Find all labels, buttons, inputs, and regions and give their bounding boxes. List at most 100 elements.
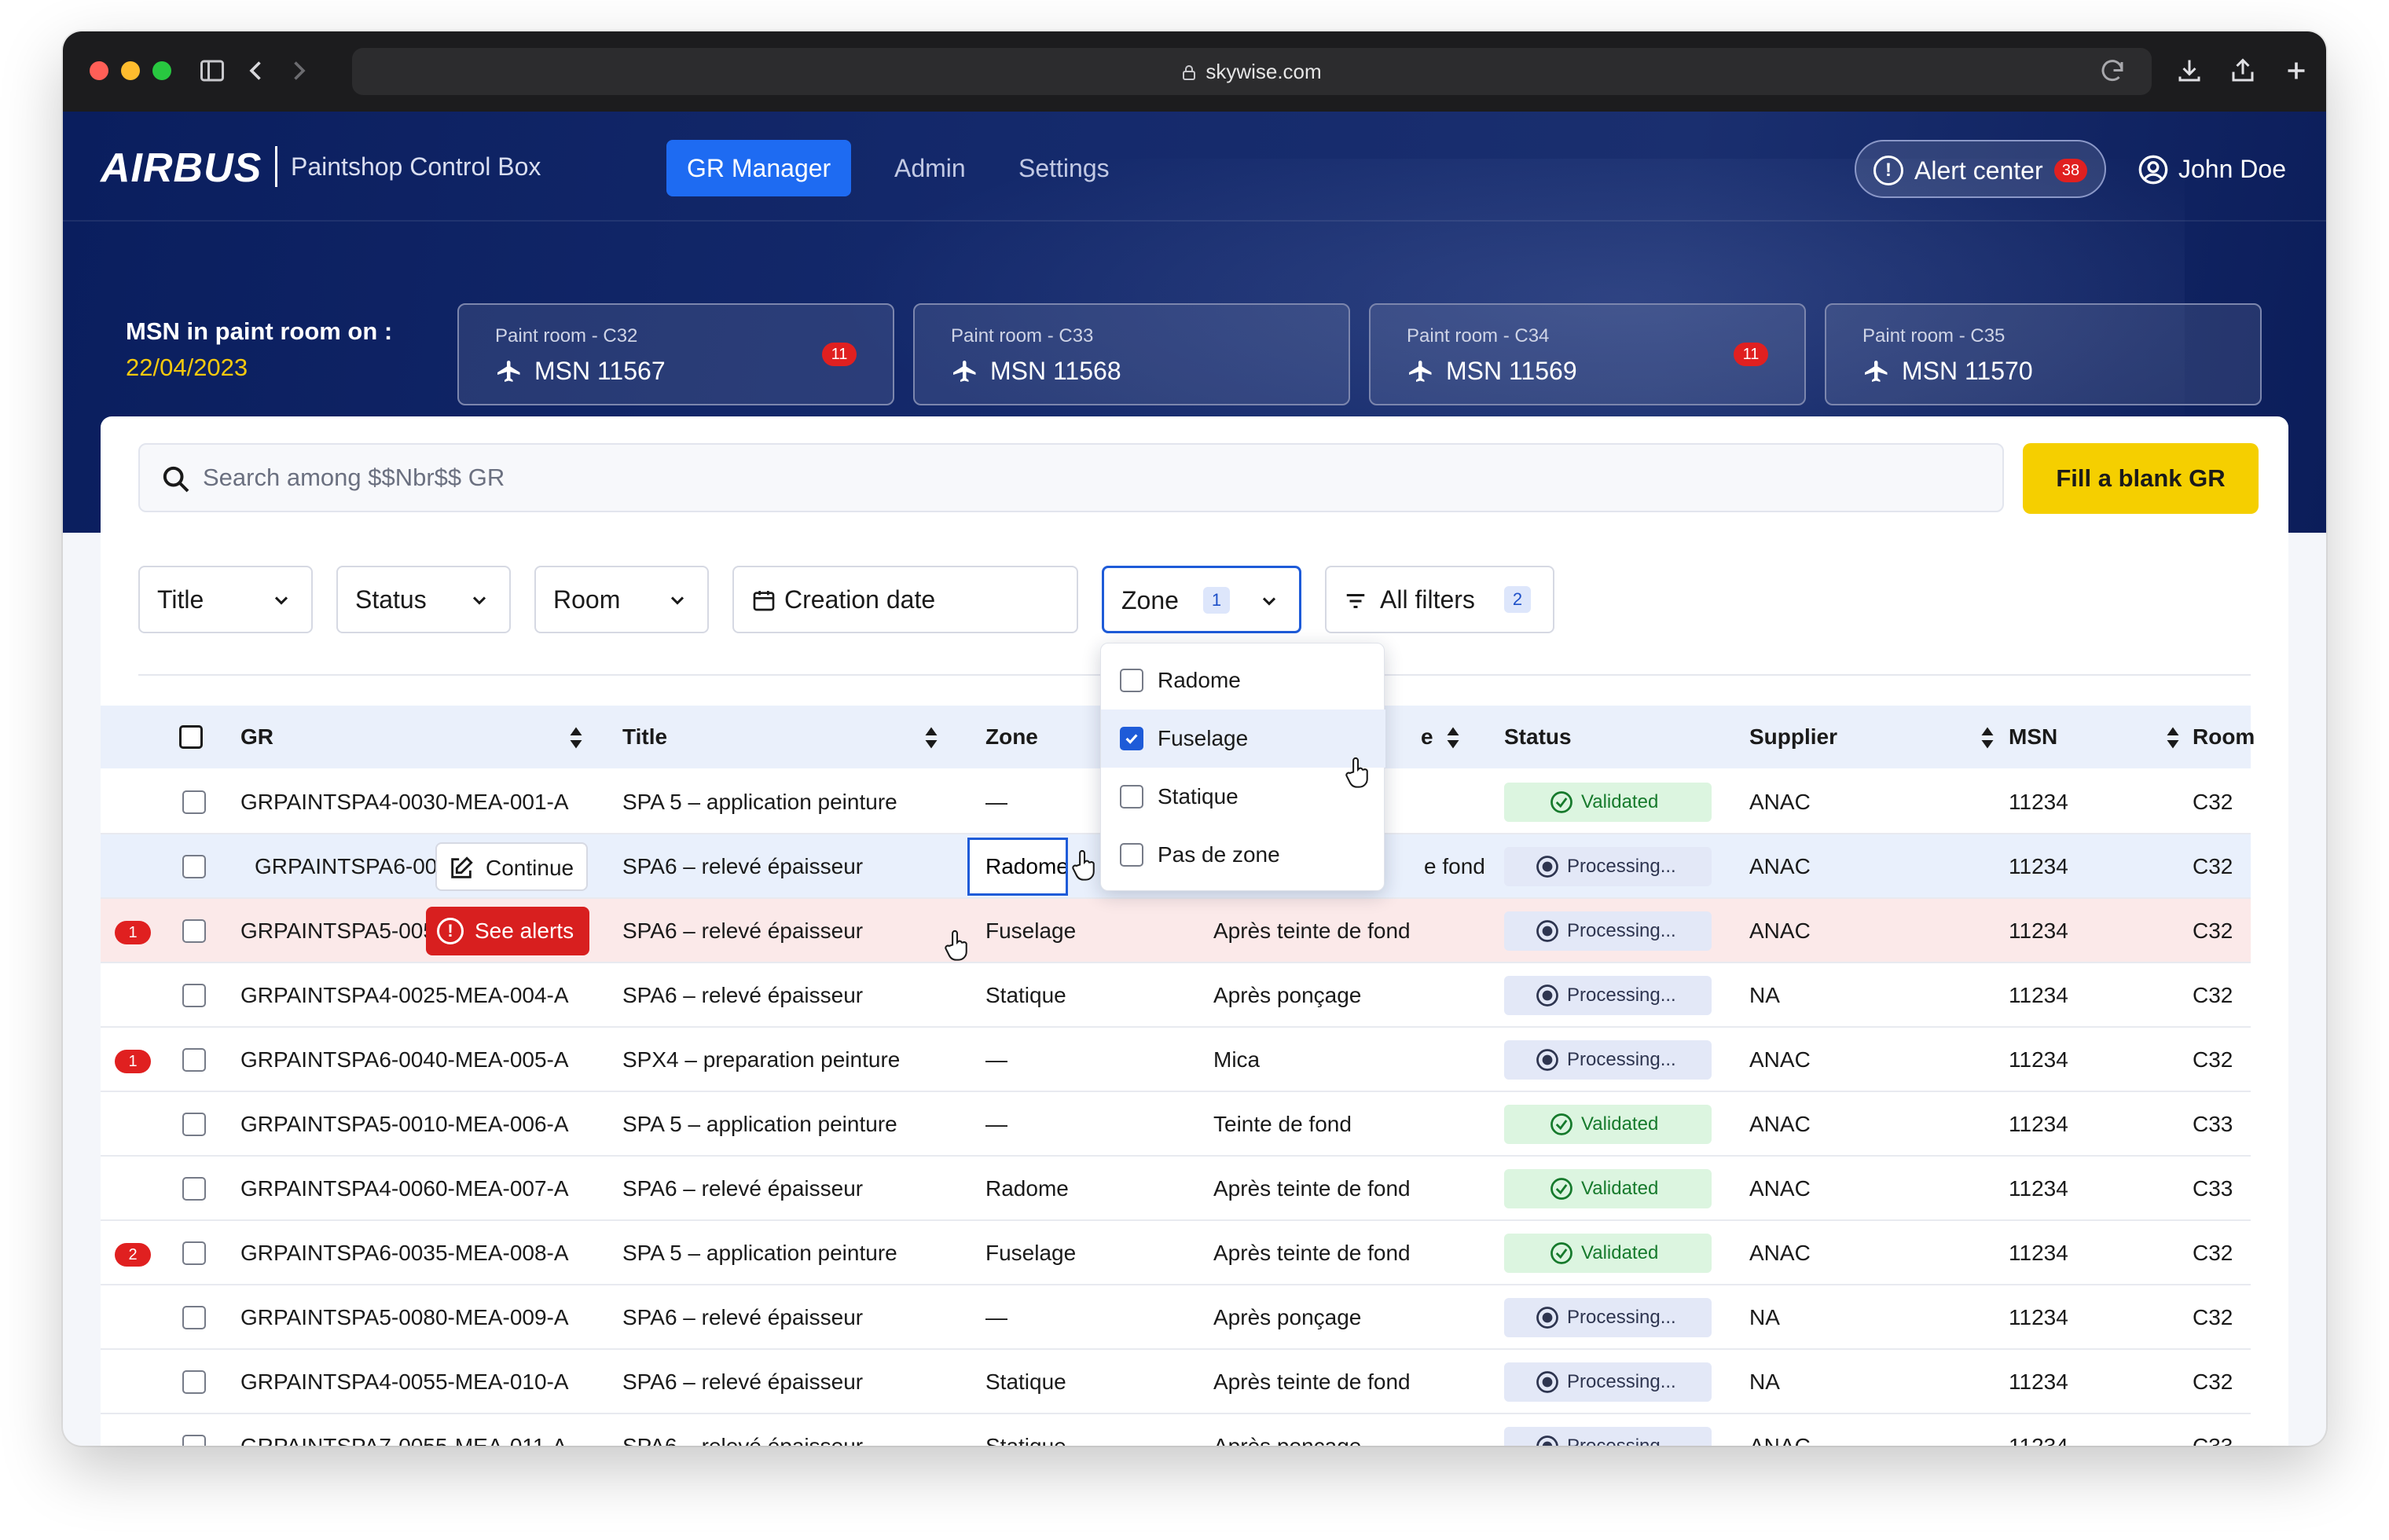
- header-step[interactable]: e: [1421, 706, 1433, 768]
- row-checkbox[interactable]: [182, 790, 206, 814]
- filter-status[interactable]: Status: [336, 566, 511, 633]
- header-status[interactable]: Status: [1504, 706, 1572, 768]
- back-arrow-icon[interactable]: [240, 55, 272, 86]
- user-avatar-icon: [2138, 155, 2168, 185]
- search-input[interactable]: [203, 456, 1932, 500]
- table-row[interactable]: GRPAINTSPA4-0055-MEA-010-A SPA6 – relevé …: [101, 1350, 2251, 1414]
- zoom-window-dot[interactable]: [152, 61, 171, 80]
- zone-option-fuselage[interactable]: Fuselage: [1101, 710, 1385, 768]
- gr-zone: Fuselage: [985, 1241, 1077, 1265]
- sort-icon[interactable]: [1980, 726, 1995, 750]
- row-checkbox[interactable]: [182, 1370, 206, 1394]
- gr-id[interactable]: GRPAINTSPA7-0055-MEA-011-A: [240, 1414, 567, 1446]
- zone-option-pas-de-zone[interactable]: Pas de zone: [1101, 826, 1385, 884]
- address-bar[interactable]: skywise.com: [352, 48, 2152, 95]
- table-row[interactable]: GRPAINTSPA4-0025-MEA-004-A SPA6 – relevé …: [101, 963, 2251, 1028]
- room-card-2[interactable]: Paint room - C33 MSN 11568: [913, 303, 1350, 405]
- alert-center-button[interactable]: ! Alert center 38: [1855, 140, 2106, 198]
- gr-id[interactable]: GRPAINTSPA6-00: [255, 834, 437, 899]
- gr-title: SPA6 – relevé épaisseur: [622, 1176, 864, 1201]
- minimize-window-dot[interactable]: [121, 61, 140, 80]
- header-room[interactable]: Room: [2193, 706, 2255, 768]
- room-card-3[interactable]: Paint room - C34 MSN 11569 11: [1369, 303, 1806, 405]
- sidebar-toggle-icon[interactable]: [196, 55, 228, 86]
- filter-room[interactable]: Room: [534, 566, 709, 633]
- zone-option-checkbox[interactable]: [1120, 669, 1143, 692]
- zone-option-checkbox[interactable]: [1120, 785, 1143, 808]
- room-card-1[interactable]: Paint room - C32 MSN 11567 11: [457, 303, 894, 405]
- new-tab-icon[interactable]: [2281, 55, 2312, 86]
- filter-zone[interactable]: Zone 1: [1102, 566, 1301, 633]
- gr-zone: —: [985, 1047, 1007, 1072]
- tab-gr-manager[interactable]: GR Manager: [666, 140, 852, 196]
- table-row[interactable]: GRPAINTSPA5-0080-MEA-009-A SPA6 – relevé …: [101, 1285, 2251, 1350]
- share-icon[interactable]: [2227, 55, 2259, 86]
- row-checkbox[interactable]: [182, 855, 206, 878]
- zone-cell-editor[interactable]: Radome: [967, 838, 1068, 896]
- room-alert-badge: 11: [1734, 343, 1768, 366]
- table-row[interactable]: GRPAINTSPA5-0010-MEA-006-A SPA 5 – applic…: [101, 1092, 2251, 1157]
- filter-creation-date[interactable]: Creation date: [732, 566, 1078, 633]
- see-alerts-button[interactable]: ! See alerts: [426, 907, 589, 955]
- row-checkbox[interactable]: [182, 1306, 206, 1329]
- gr-id[interactable]: GRPAINTSPA6-0035-MEA-008-A: [240, 1221, 569, 1285]
- tab-settings[interactable]: Settings: [998, 140, 1130, 196]
- gr-id[interactable]: GRPAINTSPA4-0025-MEA-004-A: [240, 963, 569, 1028]
- close-window-dot[interactable]: [90, 61, 108, 80]
- hand-cursor-icon: [945, 930, 967, 961]
- gr-id[interactable]: GRPAINTSPA4-0055-MEA-010-A: [240, 1350, 569, 1414]
- gr-msn: 11234: [2009, 1370, 2068, 1394]
- gr-id[interactable]: GRPAINTSPA5-005: [240, 899, 435, 963]
- gr-id[interactable]: GRPAINTSPA4-0030-MEA-001-A: [240, 770, 569, 834]
- table-row[interactable]: 2 GRPAINTSPA6-0035-MEA-008-A SPA 5 – appli…: [101, 1221, 2251, 1285]
- gr-id[interactable]: GRPAINTSPA4-0060-MEA-007-A: [240, 1157, 569, 1221]
- sort-icon[interactable]: [2166, 726, 2180, 750]
- search-bar[interactable]: [138, 443, 2004, 512]
- sort-icon[interactable]: [569, 726, 583, 750]
- header-zone[interactable]: Zone: [985, 706, 1038, 768]
- header-msn[interactable]: MSN: [2009, 706, 2057, 768]
- forward-arrow-icon[interactable]: [283, 55, 314, 86]
- row-checkbox[interactable]: [182, 919, 206, 943]
- table-row[interactable]: 1 GRPAINTSPA6-0040-MEA-005-A SPX4 – prepar…: [101, 1028, 2251, 1092]
- row-checkbox[interactable]: [182, 1113, 206, 1136]
- all-filters-button[interactable]: All filters 2: [1325, 566, 1554, 633]
- row-checkbox[interactable]: [182, 1177, 206, 1201]
- zone-option-checkbox[interactable]: [1120, 727, 1143, 750]
- gr-id[interactable]: GRPAINTSPA5-0010-MEA-006-A: [240, 1092, 569, 1157]
- gr-zone: Statique: [985, 983, 1066, 1007]
- select-all-checkbox[interactable]: [179, 725, 203, 749]
- processing-icon: [1536, 1436, 1558, 1446]
- sort-icon[interactable]: [1446, 726, 1460, 750]
- table-row[interactable]: GRPAINTSPA4-0060-MEA-007-A SPA6 – relevé …: [101, 1157, 2251, 1221]
- row-checkbox[interactable]: [182, 984, 206, 1007]
- search-icon: [163, 466, 189, 493]
- zone-option-checkbox[interactable]: [1120, 843, 1143, 867]
- gr-id[interactable]: GRPAINTSPA6-0040-MEA-005-A: [240, 1028, 569, 1092]
- gr-id[interactable]: GRPAINTSPA5-0080-MEA-009-A: [240, 1285, 569, 1350]
- filter-title[interactable]: Title: [138, 566, 313, 633]
- row-checkbox[interactable]: [182, 1048, 206, 1072]
- tab-admin[interactable]: Admin: [874, 140, 986, 196]
- row-checkbox[interactable]: [182, 1435, 206, 1446]
- browser-window: skywise.com AIRBUS Paintshop Control Box…: [63, 31, 2326, 1446]
- room-card-4[interactable]: Paint room - C35 MSN 11570: [1825, 303, 2262, 405]
- download-icon[interactable]: [2174, 55, 2205, 86]
- zone-option-radome[interactable]: Radome: [1101, 651, 1385, 710]
- header-title[interactable]: Title: [622, 706, 667, 768]
- header-gr[interactable]: GR: [240, 706, 273, 768]
- sort-icon[interactable]: [924, 726, 938, 750]
- room-msn: MSN 11570: [1902, 357, 2033, 385]
- continue-button[interactable]: Continue: [435, 842, 588, 891]
- header-supplier[interactable]: Supplier: [1749, 706, 1837, 768]
- gr-supplier: ANAC: [1749, 918, 1811, 943]
- fill-blank-gr-button[interactable]: Fill a blank GR: [2023, 443, 2259, 514]
- reload-icon[interactable]: [2097, 56, 2128, 87]
- zone-option-statique[interactable]: Statique: [1101, 768, 1385, 826]
- table-row[interactable]: GRPAINTSPA7-0055-MEA-011-A SPA6 – relevé …: [101, 1414, 2251, 1446]
- msn-room-label: MSN in paint room on :: [126, 317, 393, 345]
- row-checkbox[interactable]: [182, 1241, 206, 1265]
- table-row[interactable]: 1 GRPAINTSPA5-005! See alerts SPA6 – relevé…: [101, 899, 2251, 963]
- gr-step: Mica: [1213, 1047, 1261, 1072]
- browser-toolbar: skywise.com: [63, 31, 2326, 112]
